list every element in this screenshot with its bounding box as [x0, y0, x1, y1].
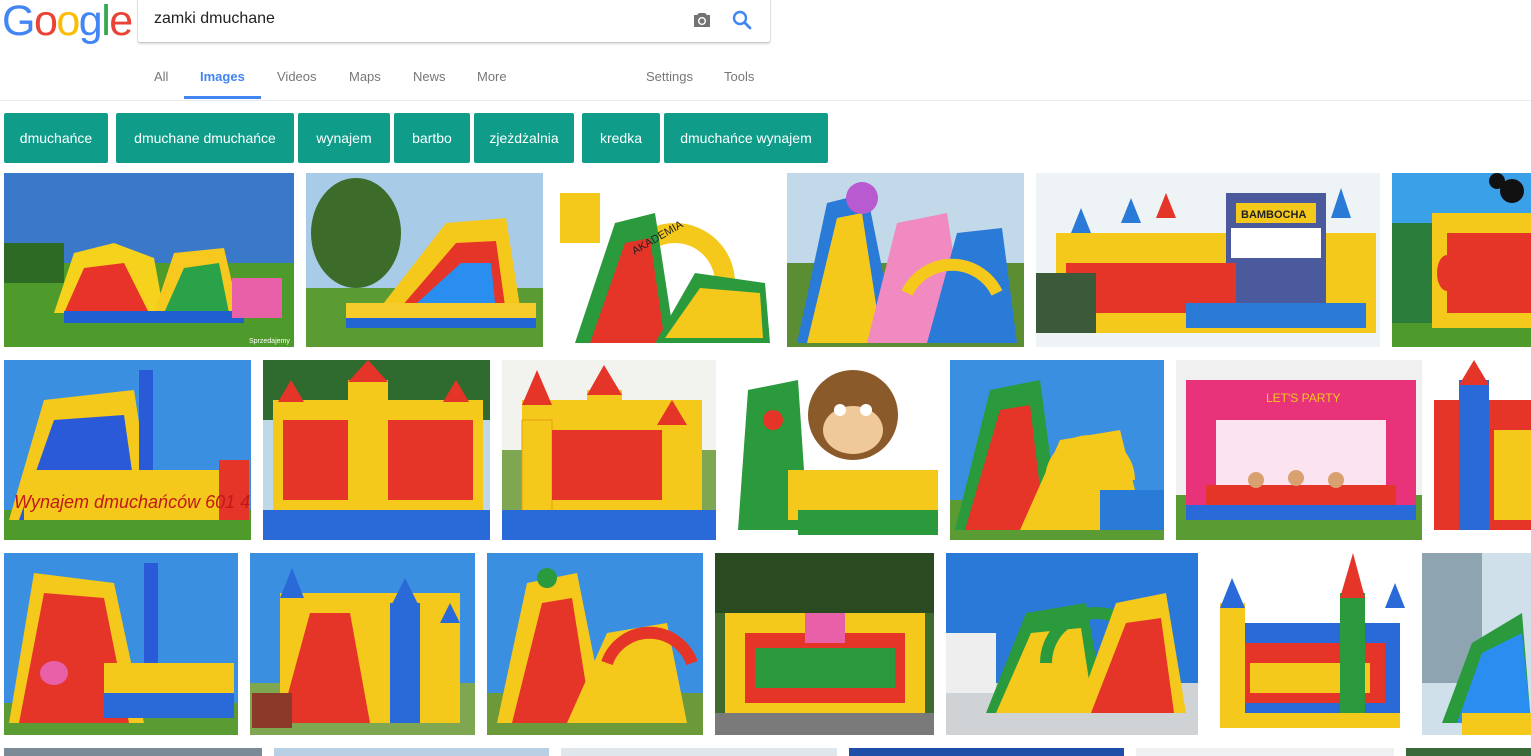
sign-text: BAMBOCHA	[1241, 209, 1306, 221]
image-result[interactable]	[274, 748, 549, 756]
image-result[interactable]	[787, 173, 1024, 347]
image-result[interactable]	[1406, 748, 1531, 756]
search-icon[interactable]	[730, 8, 754, 32]
logo-letter: o	[56, 0, 80, 45]
image-result[interactable]: Wynajem dmuchańców 601 465 123	[4, 360, 251, 540]
image-result[interactable]	[1210, 553, 1410, 735]
chip-bartbo[interactable]: bartbo	[394, 113, 470, 163]
tab-more[interactable]: More	[477, 69, 507, 84]
chip-wynajem[interactable]: wynajem	[298, 113, 390, 163]
tab-maps[interactable]: Maps	[349, 69, 381, 84]
chip-dmuchane-dmuchance[interactable]: dmuchane dmuchańce	[116, 113, 294, 163]
chip-kredka[interactable]: kredka	[582, 113, 660, 163]
search-input[interactable]	[154, 6, 674, 32]
logo-letter: l	[101, 0, 111, 45]
search-box	[138, 0, 770, 42]
sign-text: LET'S PARTY	[1266, 391, 1341, 405]
image-result[interactable]	[561, 748, 837, 756]
image-result[interactable]	[263, 360, 490, 540]
google-logo[interactable]: Google	[2, 0, 133, 45]
tab-settings[interactable]: Settings	[646, 69, 693, 84]
logo-letter: o	[33, 0, 58, 45]
image-result[interactable]	[1136, 748, 1394, 756]
image-result[interactable]	[306, 173, 543, 347]
chip-zjezdzalnia[interactable]: zjeżdżalnia	[474, 113, 574, 163]
header-divider	[0, 100, 1531, 101]
logo-letter: g	[78, 0, 103, 45]
image-result[interactable]: Sprzedajemy	[4, 173, 294, 347]
tab-videos[interactable]: Videos	[277, 69, 317, 84]
image-result[interactable]	[728, 360, 938, 540]
image-result[interactable]	[1392, 173, 1531, 347]
tab-images[interactable]: Images	[200, 69, 245, 84]
image-result[interactable]	[715, 553, 934, 735]
chip-dmuchance-wynajem[interactable]: dmuchańce wynajem	[664, 113, 828, 163]
active-tab-indicator	[184, 96, 261, 99]
search-tabs: All Images Videos Maps News More Setting…	[0, 62, 1531, 100]
tab-tools[interactable]: Tools	[724, 69, 754, 84]
watermark-text: Sprzedajemy	[249, 338, 290, 345]
image-result[interactable]	[946, 553, 1198, 735]
image-result[interactable]: LET'S PARTY	[1176, 360, 1422, 540]
image-result[interactable]	[250, 553, 475, 735]
logo-letter: e	[109, 0, 133, 45]
image-result[interactable]: BAMBOCHA	[1036, 173, 1380, 347]
camera-icon[interactable]	[690, 8, 714, 32]
image-result[interactable]	[950, 360, 1164, 540]
logo-letter: G	[2, 0, 35, 45]
image-result[interactable]	[849, 748, 1124, 756]
banner-text: Wynajem dmuchańców 601 465 123	[14, 492, 251, 512]
image-result[interactable]	[502, 360, 716, 540]
chip-dmuchance[interactable]: dmuchańce	[4, 113, 108, 163]
image-result[interactable]	[4, 553, 238, 735]
image-result[interactable]: AKADEMIA	[555, 173, 775, 347]
tab-news[interactable]: News	[413, 69, 446, 84]
image-result[interactable]	[1422, 553, 1531, 735]
tab-all[interactable]: All	[154, 69, 168, 84]
image-result[interactable]	[487, 553, 703, 735]
image-result[interactable]	[1434, 360, 1531, 540]
image-result[interactable]	[4, 748, 262, 756]
